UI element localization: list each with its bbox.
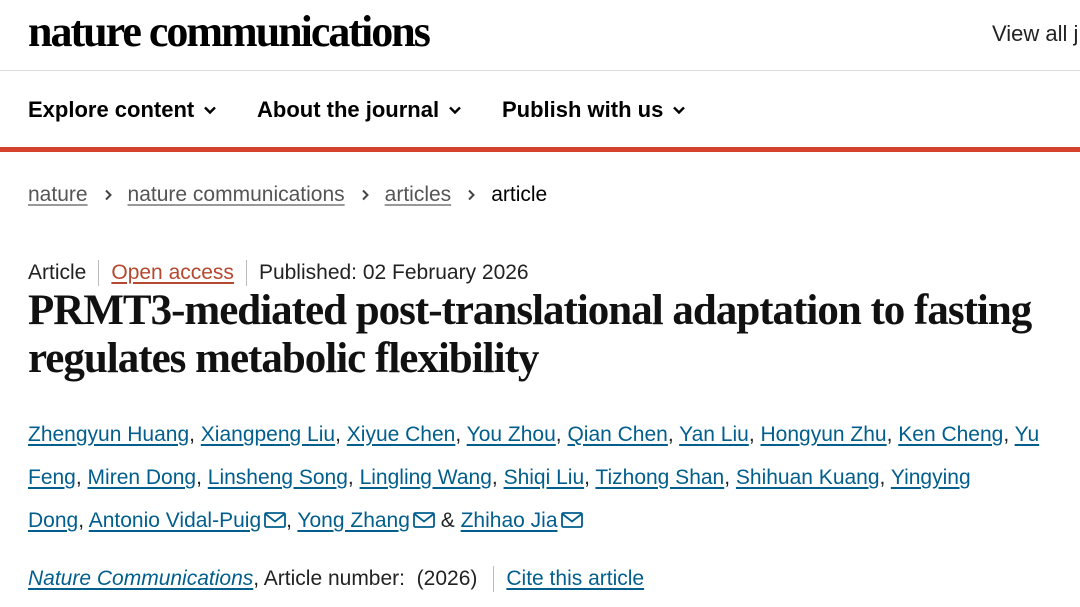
author-separator: & [434,509,461,532]
nav-explore-content[interactable]: Explore content [28,97,218,123]
citation-line: Nature Communications , Article number: … [28,566,644,592]
chevron-down-icon [673,106,686,115]
site-header: nature communications View all j [0,0,1080,71]
author-link[interactable]: Yan Liu [679,423,749,446]
author-item: Qian Chen [567,423,667,446]
chevron-right-icon [468,189,476,201]
email-icon[interactable] [413,512,435,528]
open-access-link[interactable]: Open access [111,261,234,285]
author-item: Zhengyun Huang [28,423,189,446]
author-item: Yong Zhang [297,509,435,532]
breadcrumb-articles[interactable]: articles [385,183,452,207]
author-link[interactable]: Linsheng Song [208,466,348,489]
author-separator: , [286,509,298,532]
author-separator: , [555,423,568,446]
author-item: Antonio Vidal-Puig [89,509,287,532]
cite-this-article-link[interactable]: Cite this article [506,567,644,591]
author-item: Ken Cheng [898,423,1003,446]
breadcrumb-nature-communications[interactable]: nature communications [128,183,345,207]
article-meta: Article Open access Published: 02 Februa… [28,260,529,286]
author-separator: , [335,423,347,446]
author-separator: , [189,423,201,446]
author-separator: , [75,466,88,489]
author-link[interactable]: Miren Dong [88,466,197,489]
author-item: Hongyun Zhu [761,423,887,446]
author-item: Miren Dong [88,466,197,489]
author-separator: , [584,466,596,489]
article-type: Article [28,261,87,284]
author-separator: , [724,466,736,489]
author-link[interactable]: Xiangpeng Liu [201,423,335,446]
author-separator: , [491,466,504,489]
author-item: Shihuan Kuang [736,466,880,489]
author-item: Yan Liu [679,423,749,446]
author-item: Shiqi Liu [504,466,585,489]
article-number-text: , Article number: (2026) [253,567,478,590]
author-link[interactable]: Shiqi Liu [504,466,585,489]
author-item: Xiyue Chen [347,423,456,446]
author-link[interactable]: Hongyun Zhu [761,423,887,446]
meta-divider [98,260,100,286]
chevron-down-icon [449,106,461,115]
author-link[interactable]: Xiyue Chen [347,423,456,446]
author-separator: , [196,466,208,489]
author-item: Tizhong Shan [595,466,724,489]
author-link[interactable]: Yong Zhang [297,509,410,532]
nav-item-label: Publish with us [502,97,664,122]
author-item: Linsheng Song [208,466,348,489]
author-link[interactable]: Shihuan Kuang [736,466,880,489]
meta-divider [245,260,247,286]
author-separator: , [347,466,360,489]
author-item: Zhihao Jia [461,509,583,532]
author-link[interactable]: Ken Cheng [898,423,1003,446]
author-separator: , [78,509,89,532]
nav-item-label: Explore content [28,97,195,122]
journal-logo[interactable]: nature communications [28,6,431,57]
breadcrumb-current: article [491,183,548,206]
email-icon[interactable] [560,512,583,528]
author-link[interactable]: Tizhong Shan [595,466,724,489]
author-link[interactable]: You Zhou [467,423,556,446]
nav-item-label: About the journal [257,97,440,122]
published-date: Published: 02 February 2026 [258,261,529,284]
author-link[interactable]: Antonio Vidal-Puig [89,509,261,532]
nav-publish-with-us[interactable]: Publish with us [502,97,687,123]
citation-divider [493,566,495,592]
author-separator: , [455,423,467,446]
author-item: You Zhou [467,423,556,446]
author-list: Zhengyun Huang, Xiangpeng Liu, Xiyue Che… [28,413,1068,542]
nav-about-journal[interactable]: About the journal [257,97,463,123]
author-separator: , [886,423,899,446]
main-nav: Explore content About the journal Publis… [0,71,1080,152]
author-separator: , [667,423,680,446]
breadcrumb-nature[interactable]: nature [28,183,88,207]
author-link[interactable]: Lingling Wang [360,466,492,489]
chevron-down-icon [204,106,217,115]
view-all-journals-link[interactable]: View all j [992,21,1078,47]
email-icon[interactable] [264,512,287,528]
author-link[interactable]: Zhihao Jia [461,509,558,532]
chevron-right-icon [104,189,112,201]
journal-link[interactable]: Nature Communications [28,567,253,591]
author-link[interactable]: Zhengyun Huang [28,423,189,446]
author-item: Lingling Wang [360,466,492,489]
author-separator: , [748,423,761,446]
author-separator: , [1003,423,1015,446]
article-title: PRMT3-mediated post-translational adapta… [28,287,1032,382]
chevron-right-icon [361,189,369,201]
breadcrumb: nature nature communications articles ar… [28,183,547,207]
author-separator: , [879,466,891,489]
author-item: Xiangpeng Liu [201,423,335,446]
author-link[interactable]: Qian Chen [567,423,667,446]
